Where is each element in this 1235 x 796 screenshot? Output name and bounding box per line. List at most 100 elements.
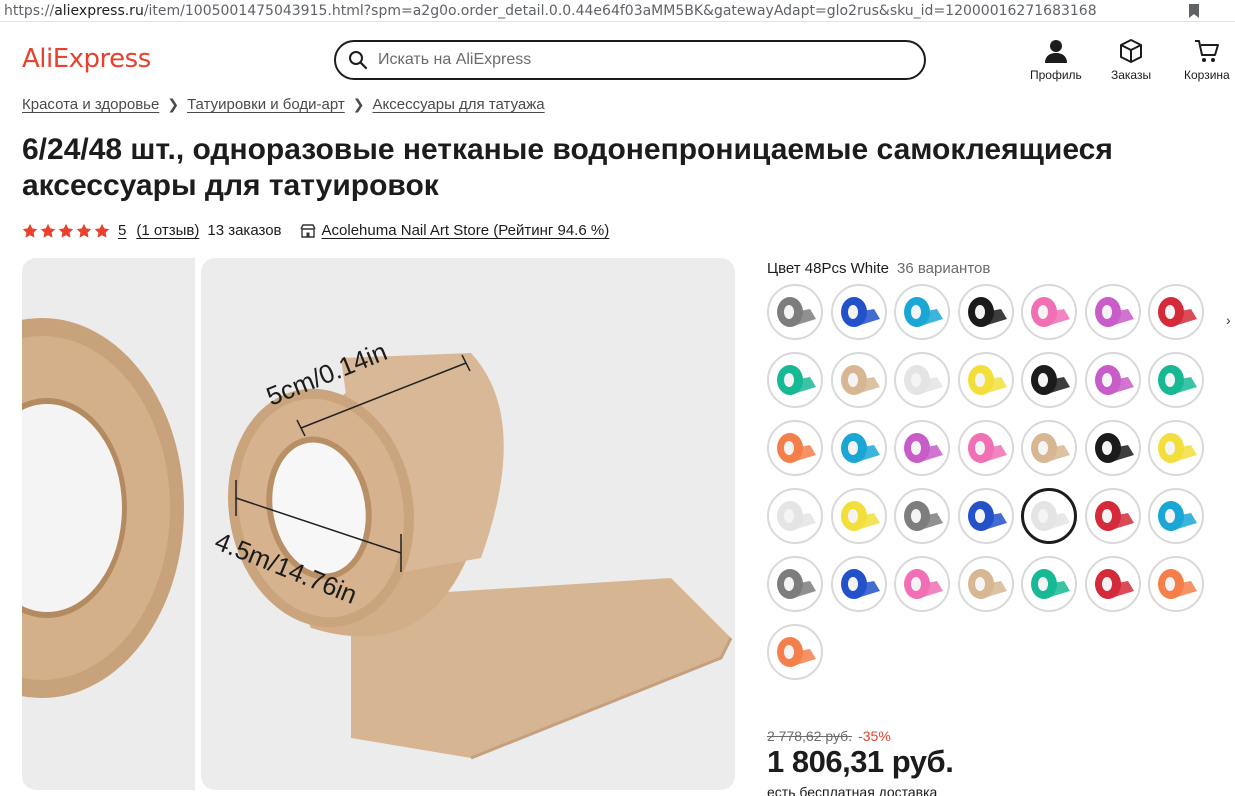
color-swatch[interactable] [767,284,823,340]
color-swatch[interactable] [1148,284,1204,340]
aliexpress-logo[interactable]: AliExpress [22,44,151,74]
tape-roll-icon [1031,365,1070,395]
variant-count: 36 вариантов [896,260,991,277]
color-swatch[interactable] [894,420,950,476]
bookmark-icon[interactable] [1187,3,1201,19]
tape-roll-icon [1158,501,1197,531]
variant-header: Цвет 48Pcs White 36 вариантов [767,260,990,277]
rating-stars [22,223,112,239]
color-swatch[interactable] [957,556,1014,612]
tape-roll-icon [1158,365,1197,395]
color-swatch[interactable] [1084,556,1141,612]
color-swatch[interactable] [767,352,823,408]
color-swatch[interactable] [894,284,950,340]
color-swatch[interactable] [1084,284,1141,340]
color-swatch[interactable] [894,556,950,612]
color-swatch[interactable] [957,284,1014,340]
tape-roll-icon [967,569,1007,599]
star-icon [94,223,110,238]
chevron-right-icon: ❯ [352,96,365,112]
tape-roll-icon [777,569,816,599]
tape-roll-icon [1158,433,1197,463]
variant-selected-label: Цвет 48Pcs White [767,260,889,277]
chevron-right-icon[interactable]: › [1226,312,1231,328]
tape-roll-icon [904,365,943,395]
tape-roll-icon [1158,297,1197,327]
search-input[interactable] [378,51,898,69]
store-name: Acolehuma Nail Art Store (Рейтинг 94.6 %… [321,222,610,239]
profile-button[interactable]: Профиль [1030,38,1082,82]
breadcrumb: Красота и здоровье ❯ Татуировки и боди-а… [22,96,545,113]
color-swatch[interactable] [1084,488,1141,544]
orders-button[interactable]: Заказы [1111,38,1151,82]
tape-roll-icon [1094,501,1134,531]
star-icon [76,223,92,238]
tape-roll-icon [1094,569,1134,599]
url-path: /item/1005001475043915.html?spm=a2g0o.or… [143,2,1097,19]
url-text[interactable]: https://aliexpress.ru/item/1005001475043… [0,3,1187,19]
color-swatch-grid [767,284,1217,680]
tape-roll-illustration: 5cm/0.14in 4.5m/14.76in [211,336,733,760]
cart-icon [1194,40,1219,62]
color-swatch[interactable] [1021,488,1077,544]
color-swatch[interactable] [1148,352,1204,408]
color-swatch[interactable] [1021,284,1077,340]
color-swatch[interactable] [1021,556,1077,612]
tape-roll-icon [904,297,943,327]
search-icon [349,51,368,70]
tape-roll-icon [967,297,1007,327]
box-icon [1120,39,1143,63]
tape-roll-icon [1094,365,1134,395]
chevron-right-icon: ❯ [167,96,180,112]
color-swatch[interactable] [894,352,950,408]
browser-address-bar[interactable]: https://aliexpress.ru/item/1005001475043… [0,0,1235,22]
tape-roll-icon [967,501,1007,531]
user-icon [1044,40,1067,63]
color-swatch[interactable] [1148,556,1204,612]
orders-label: Заказы [1111,68,1152,82]
color-swatch[interactable] [894,488,950,544]
tape-roll-icon [840,365,880,395]
cart-label: Корзина [1184,68,1230,82]
color-swatch[interactable] [830,284,887,340]
tape-roll-icon [1094,433,1134,463]
tape-roll-icon [967,365,1007,395]
previous-gallery-image[interactable] [22,258,195,790]
tape-roll-icon [777,297,816,327]
color-swatch[interactable] [830,556,887,612]
color-swatch[interactable] [830,420,887,476]
url-host: aliexpress.ru [54,2,144,19]
store-link[interactable]: Acolehuma Nail Art Store (Рейтинг 94.6 %… [299,222,610,239]
rating-value[interactable]: 5 [118,222,126,239]
cart-button[interactable]: Корзина [1184,38,1230,82]
breadcrumb-tattoos[interactable]: Татуировки и боди-арт [187,96,345,113]
color-swatch[interactable] [957,420,1014,476]
color-swatch[interactable] [767,556,823,612]
color-swatch[interactable] [1148,488,1204,544]
reviews-link[interactable]: (1 отзыв) [136,222,199,239]
color-swatch[interactable] [957,352,1014,408]
star-icon [22,223,38,238]
color-swatch[interactable] [767,420,823,476]
tape-roll-icon [904,433,943,463]
breadcrumb-beauty-health[interactable]: Красота и здоровье [22,96,159,113]
tape-roll-closeup [22,318,184,698]
star-icon [58,223,74,238]
color-swatch[interactable] [1084,352,1141,408]
color-swatch[interactable] [1084,420,1141,476]
tape-roll-icon [777,433,816,463]
color-swatch[interactable] [767,624,823,680]
tape-roll-icon [1031,501,1070,531]
color-swatch[interactable] [1148,420,1204,476]
search-bar[interactable] [334,40,926,80]
color-swatch[interactable] [767,488,823,544]
color-swatch[interactable] [1021,352,1077,408]
color-swatch[interactable] [957,488,1014,544]
free-delivery-note: есть бесплатная доставка [767,784,938,796]
tape-roll-icon [1094,297,1134,327]
main-product-image[interactable]: 5cm/0.14in 4.5m/14.76in [201,258,735,790]
color-swatch[interactable] [1021,420,1077,476]
color-swatch[interactable] [830,352,887,408]
color-swatch[interactable] [830,488,887,544]
breadcrumb-tattoo-accessories[interactable]: Аксессуары для татуажа [372,96,544,113]
